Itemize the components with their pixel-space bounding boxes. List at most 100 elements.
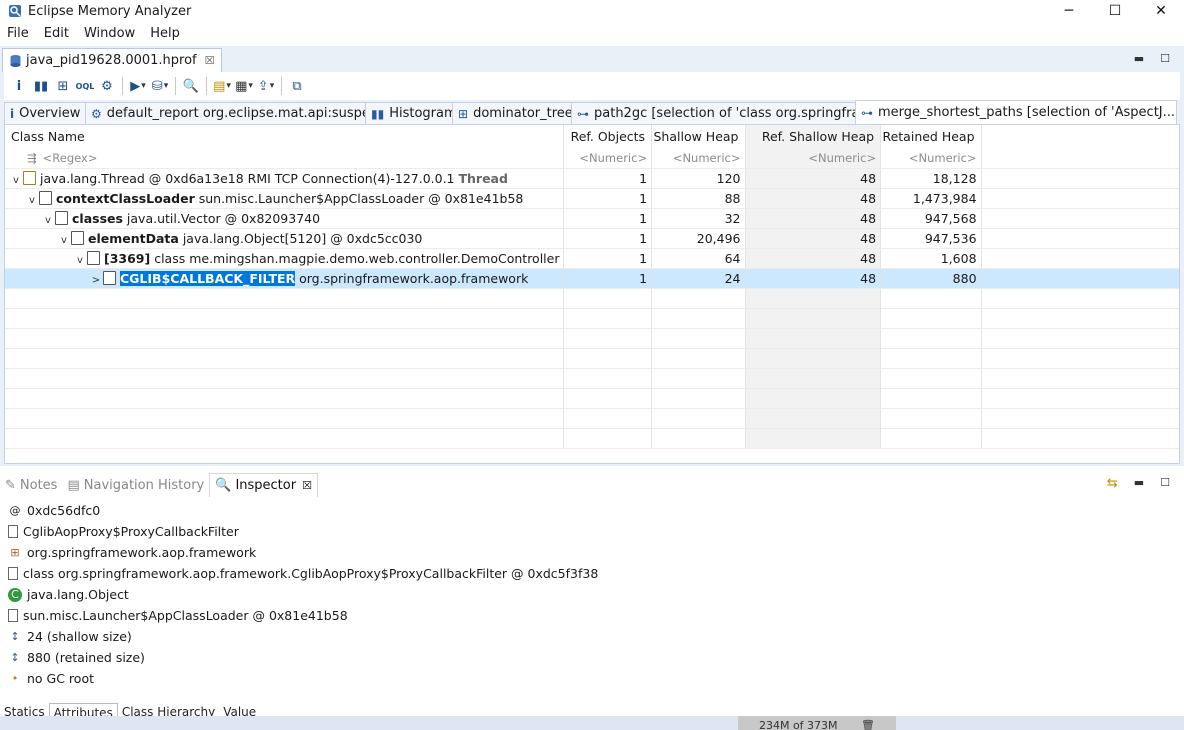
numeric-filter-input[interactable]: <Numeric> <box>745 148 882 169</box>
maximize-panel-button[interactable]: ☐ <box>1160 52 1170 65</box>
query-browser-icon[interactable]: ⛁ <box>149 75 171 97</box>
inspector-classloader[interactable]: sun.misc.Launcher$AppClassLoader @ 0x81e… <box>0 605 1184 626</box>
column-class-name[interactable]: Class Name <box>5 125 565 148</box>
tab-histogram[interactable]: ▮▮ Histogram <box>365 102 453 124</box>
inspector-shallow-size: ↕ 24 (shallow size) <box>0 626 1184 647</box>
calculate-retained-icon[interactable]: ▦ <box>233 75 255 97</box>
object-icon <box>55 210 68 225</box>
chevron-down-icon[interactable]: v <box>57 235 71 246</box>
inspector-class-object[interactable]: class org.springframework.aop.framework.… <box>0 563 1184 584</box>
tab-statics[interactable]: Statics <box>0 703 49 717</box>
report-icon: ⚙ <box>91 106 102 121</box>
dominator-tree-icon[interactable]: ⊞ <box>52 75 74 97</box>
editor-tab-hprof[interactable]: java_pid19628.0001.hprof ☒ <box>2 48 222 72</box>
table-row[interactable]: v elementData java.lang.Object[5120] @ 0x… <box>5 228 1179 249</box>
paths-table: Class Name Ref. Objects Shallow Heap Ref… <box>4 124 1180 464</box>
search-icon[interactable]: 🔍 <box>180 75 202 97</box>
menu-window[interactable]: Window <box>77 24 143 44</box>
column-retained-heap[interactable]: Retained Heap <box>880 125 982 148</box>
filter-icon: ⇶ <box>27 150 37 165</box>
tab-notes[interactable]: ✎ Notes <box>0 473 62 497</box>
view-tab-bar: ✎ Notes ▤ Navigation History 🔍 Inspector ☒ ⇆… <box>0 472 1184 498</box>
info-icon: i <box>10 106 15 121</box>
link-selection-icon[interactable]: ⇆ <box>1107 476 1118 491</box>
empty-row <box>5 428 1179 449</box>
inspector-superclass[interactable]: Cjava.lang.Object <box>0 584 1184 605</box>
filter-row: ⇶ <Regex> <Numeric> <Numeric> <Numeric> <… <box>5 148 1179 169</box>
inspector-package[interactable]: ⊞ org.springframework.aop.framework <box>0 542 1184 563</box>
window-title: Eclipse Memory Analyzer <box>28 3 192 19</box>
chevron-down-icon[interactable]: v <box>73 255 87 266</box>
tab-overview[interactable]: i Overview <box>4 102 86 124</box>
class-object-icon <box>8 567 18 580</box>
thread-overview-icon[interactable]: ⚙ <box>96 75 118 97</box>
chevron-down-icon[interactable]: v <box>25 195 39 206</box>
maximize-button[interactable]: ☐ <box>1092 0 1138 22</box>
export-icon[interactable]: ⇪ <box>255 75 277 97</box>
trash-icon[interactable]: 🗑 <box>861 719 875 730</box>
numeric-filter-input[interactable]: <Numeric> <box>651 148 746 169</box>
inspector-class-name[interactable]: CglibAopProxy$ProxyCallbackFilter <box>0 521 1184 542</box>
class-object-icon <box>87 250 100 265</box>
row-class-name: v elementData java.lang.Object[5120] @ 0x… <box>5 228 565 249</box>
table-row[interactable]: v java.lang.Thread @ 0xd6a13e18 RMI TCP C… <box>5 168 1179 189</box>
table-row[interactable]: v [3369] class me.mingshan.magpie.demo.we… <box>5 248 1179 269</box>
tab-path2gc[interactable]: ⊶ path2gc [selection of 'class org.spring… <box>571 102 856 124</box>
notes-icon: ✎ <box>5 477 16 493</box>
overview-info-icon[interactable]: i <box>8 75 30 97</box>
minimize-panel-button[interactable]: ▬ <box>1134 476 1144 491</box>
group-by-icon[interactable]: ▤ <box>211 75 233 97</box>
tab-inspector[interactable]: 🔍 Inspector ☒ <box>209 473 318 497</box>
tab-attributes[interactable]: Attributes <box>48 703 118 717</box>
tab-navigation-history[interactable]: ▤ Navigation History <box>62 473 209 497</box>
shallow-size-icon: ↕ <box>10 630 20 643</box>
menu-file[interactable]: File <box>0 24 37 44</box>
query-tab-bar: i Overview ⚙ default_report org.eclipse.ma… <box>4 100 1180 124</box>
object-icon <box>103 270 116 285</box>
array-object-icon <box>71 230 84 245</box>
history-icon: ▤ <box>67 477 80 493</box>
empty-row <box>5 408 1179 429</box>
table-row[interactable]: v classes java.util.Vector @ 0x82093740 1… <box>5 208 1179 229</box>
oql-icon[interactable]: OQL <box>74 75 96 97</box>
tab-class-hierarchy[interactable]: Class Hierarchy <box>118 703 219 717</box>
editor-tab-label: java_pid19628.0001.hprof <box>26 53 197 68</box>
close-window-button[interactable]: ✕ <box>1138 0 1184 22</box>
superclass-icon: C <box>8 587 22 602</box>
path-icon: ⊶ <box>577 106 589 121</box>
empty-row <box>5 348 1179 369</box>
tab-value[interactable]: Value <box>219 703 260 717</box>
pin-icon[interactable]: ⧉ <box>286 75 308 97</box>
table-header-row: Class Name Ref. Objects Shallow Heap Ref… <box>5 125 1179 148</box>
maximize-panel-button[interactable]: ☐ <box>1160 476 1170 491</box>
menu-help[interactable]: Help <box>143 24 188 44</box>
chevron-right-icon[interactable]: > <box>89 275 103 286</box>
tab-default-report[interactable]: ⚙ default_report org.eclipse.mat.api:susp… <box>85 102 366 124</box>
numeric-filter-input[interactable]: <Numeric> <box>563 148 653 169</box>
table-row[interactable]: v contextClassLoader sun.misc.Launcher$Ap… <box>5 188 1179 209</box>
table-row-selected[interactable]: > CGLIB$CALLBACK_FILTER org.springframewo… <box>5 268 1179 289</box>
tab-merge-shortest-paths[interactable]: ⊶ merge_shortest_paths [selection of 'Asp… <box>855 100 1177 124</box>
minimize-panel-button[interactable]: ▬ <box>1134 52 1144 65</box>
regex-filter-input[interactable]: ⇶ <Regex> <box>5 148 565 169</box>
chevron-down-icon[interactable]: v <box>9 175 23 186</box>
empty-row <box>5 308 1179 329</box>
column-ref-shallow-heap[interactable]: Ref. Shallow Heap <box>745 125 882 148</box>
class-icon <box>8 525 18 538</box>
tab-dominator-tree[interactable]: ⊞ dominator_tree <box>452 102 572 124</box>
inspector-address[interactable]: @0xdc56dfc0 <box>0 500 1184 521</box>
numeric-filter-input[interactable]: <Numeric> <box>880 148 982 169</box>
package-icon: ⊞ <box>10 546 20 559</box>
column-shallow-heap[interactable]: Shallow Heap <box>651 125 746 148</box>
column-ref-objects[interactable]: Ref. Objects <box>563 125 653 148</box>
menu-edit[interactable]: Edit <box>37 24 77 44</box>
close-icon[interactable]: ☒ <box>205 54 215 67</box>
histogram-icon[interactable]: ▮▮ <box>30 75 52 97</box>
heap-status[interactable]: 234M of 373M 🗑 <box>738 716 896 730</box>
chevron-down-icon[interactable]: v <box>41 215 55 226</box>
inspector-gc-root: • no GC root <box>0 668 1184 689</box>
gc-root-icon: • <box>11 672 19 685</box>
run-report-icon[interactable]: ▶ <box>127 75 149 97</box>
close-icon[interactable]: ☒ <box>302 479 312 492</box>
minimize-button[interactable]: ─ <box>1046 0 1092 22</box>
